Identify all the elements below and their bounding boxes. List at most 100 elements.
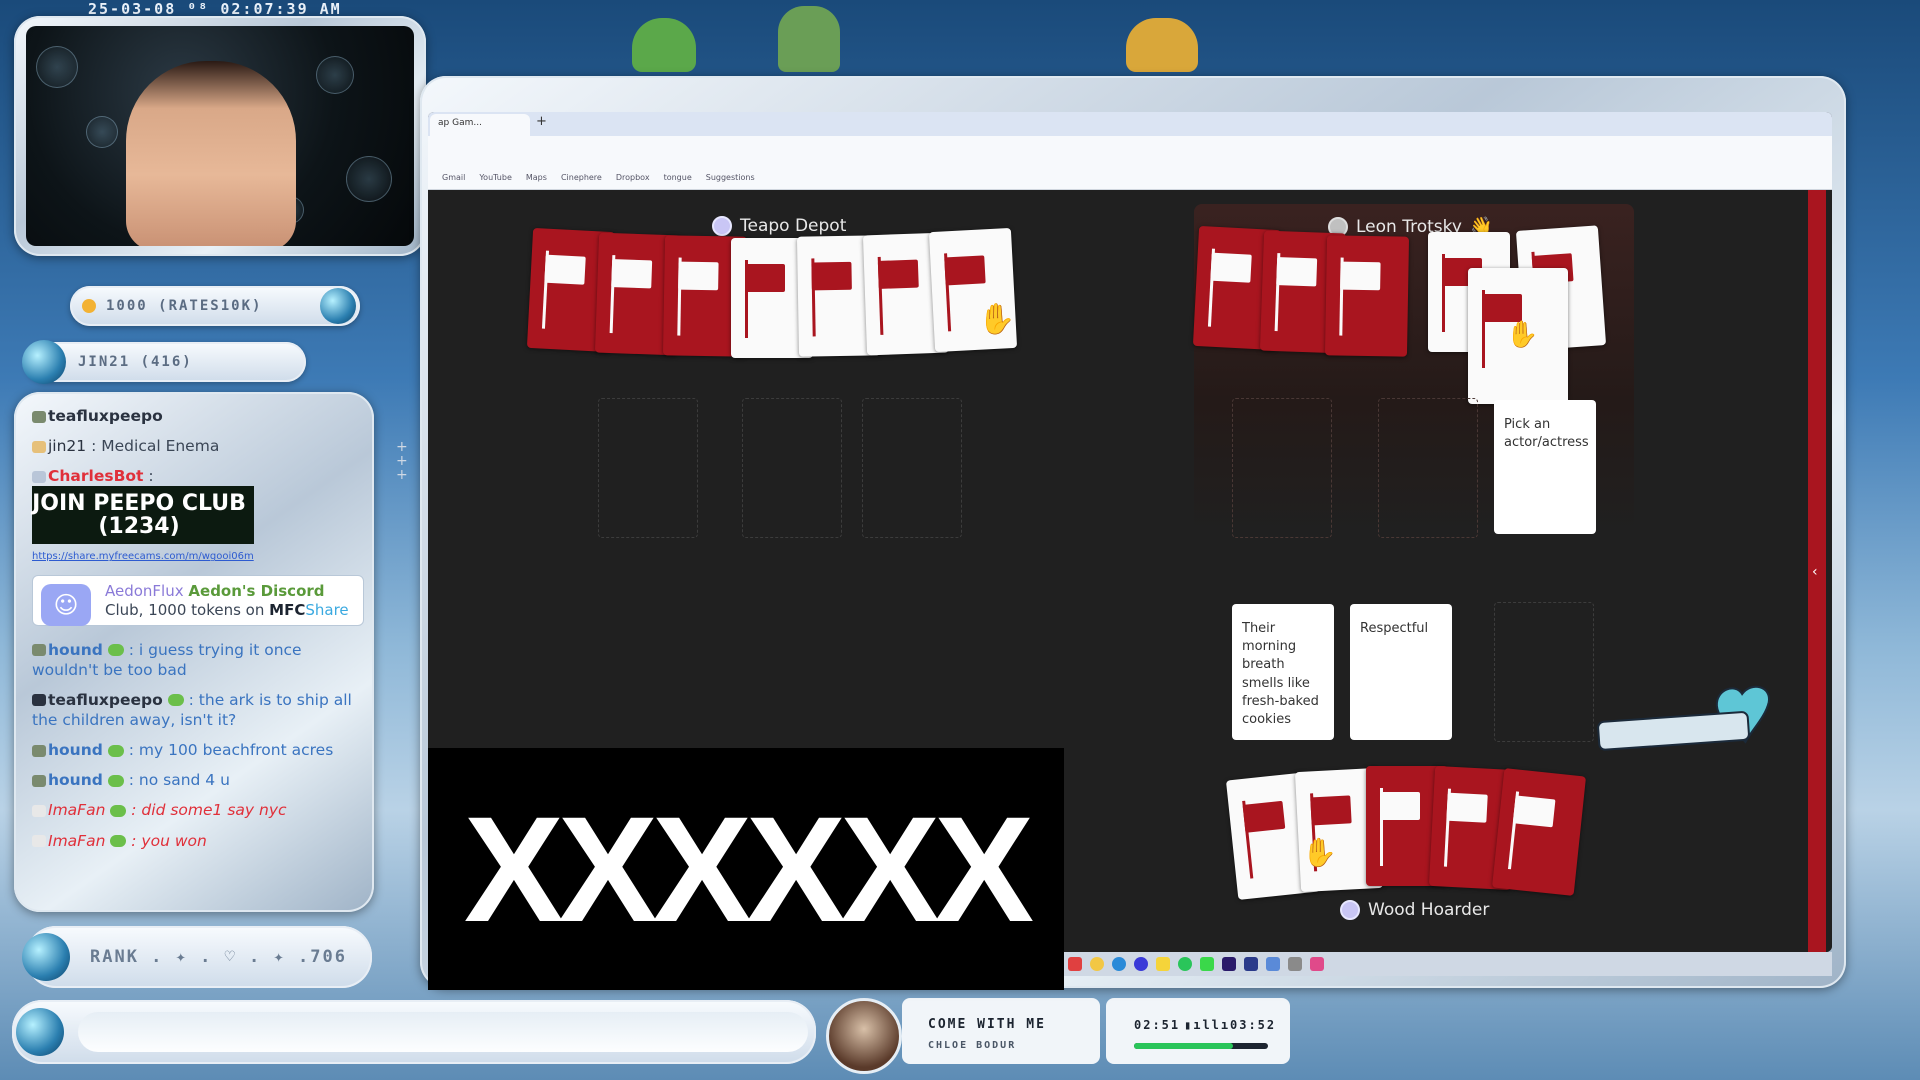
gem-icon — [22, 340, 66, 384]
coin-icon — [82, 299, 96, 313]
browser-tab[interactable]: ap Gam... — [430, 114, 530, 136]
chat-message: ImaFan : you won — [32, 831, 364, 851]
new-tab-button[interactable]: + — [536, 114, 547, 129]
gem-icon — [16, 1008, 64, 1056]
card-slot — [598, 398, 698, 538]
flag-icon — [678, 261, 719, 291]
mfc-logo: MFC — [269, 601, 306, 620]
censor-block: XXXXXX — [428, 748, 1064, 990]
player-teapo: Teapo Depot — [712, 216, 846, 236]
app-icon[interactable] — [1200, 957, 1214, 971]
player-name: Teapo Depot — [740, 216, 847, 236]
pointer-hand-icon: ✋ — [978, 302, 1016, 337]
chat-username[interactable]: jin21 — [48, 437, 86, 455]
discord-icon: ☺ — [41, 583, 91, 626]
bookmark-youtube[interactable]: YouTube — [479, 173, 512, 182]
card-slot — [1378, 398, 1478, 538]
app-icon[interactable] — [1244, 957, 1258, 971]
time-total: 03:52 — [1230, 1018, 1277, 1032]
card-slot — [1494, 602, 1594, 742]
answer-card[interactable]: Their morning breath smells like fresh-b… — [1232, 604, 1334, 740]
spotify-icon[interactable] — [1178, 957, 1192, 971]
chat-message: hound : no sand 4 u — [32, 770, 364, 790]
chat-username[interactable]: teafluxpeepo — [48, 407, 163, 425]
card-back — [1491, 768, 1587, 896]
app-icon[interactable] — [1068, 957, 1082, 971]
album-art — [826, 998, 902, 1074]
user-badge-icon — [32, 744, 46, 757]
address-bar[interactable] — [428, 136, 1832, 166]
chat-username[interactable]: teafluxpeepo — [48, 691, 163, 709]
flag-icon — [745, 264, 785, 292]
flag-icon — [1210, 252, 1252, 283]
chat-username[interactable]: ImaFan — [48, 801, 105, 819]
bookmark-cinephere[interactable]: Cinephere — [561, 173, 602, 182]
bookmark-tongue[interactable]: tongue — [664, 173, 692, 182]
answer-card[interactable]: Respectful — [1350, 604, 1452, 740]
user-badge-icon — [32, 440, 46, 453]
rank-label: RANK . ✦ . ♡ . ✦ .706 — [90, 947, 347, 967]
premiere-icon[interactable] — [1222, 957, 1236, 971]
pepe-police-emote-icon — [778, 6, 840, 72]
user-badge-icon — [32, 644, 46, 657]
snapchat-icon[interactable] — [1156, 957, 1170, 971]
bookmark-maps[interactable]: Maps — [526, 173, 547, 182]
app-icon[interactable] — [1310, 957, 1324, 971]
skype-icon[interactable] — [1112, 957, 1126, 971]
bookmark-dropbox[interactable]: Dropbox — [616, 173, 650, 182]
chat-text: Club, 1000 tokens on — [105, 601, 265, 620]
card-slot — [1232, 398, 1332, 538]
chrome-icon[interactable] — [1090, 957, 1104, 971]
equalizer-icon: ▮ıllı — [1184, 1018, 1231, 1032]
flag-icon — [1340, 261, 1381, 291]
player-status-icon — [712, 216, 732, 236]
bookmark-gmail[interactable]: Gmail — [442, 173, 465, 182]
tokens-pill: 1000 (RATES10K) — [70, 286, 360, 326]
flag-icon — [1512, 795, 1556, 828]
join-club-link[interactable]: https://share.myfreecams.com/m/wgooi06m — [32, 551, 254, 562]
taskbar — [1064, 952, 1832, 976]
flag-icon — [811, 261, 852, 291]
app-icon[interactable] — [1288, 957, 1302, 971]
bottom-input-area — [78, 1012, 808, 1052]
drag-handle-icon[interactable]: + + + — [396, 440, 408, 482]
app-icon[interactable] — [1266, 957, 1280, 971]
pointer-hand-icon: ✋ — [1506, 320, 1539, 350]
user-badge-icon — [32, 694, 46, 707]
chat-message: hound : my 100 beachfront acres — [32, 740, 364, 760]
gem-icon — [320, 288, 356, 324]
chat-username[interactable]: hound — [48, 741, 103, 759]
webcam-feed — [26, 26, 414, 246]
user-badge-icon — [32, 774, 46, 787]
chat-message: teafluxpeepo — [32, 406, 364, 426]
chat-username[interactable]: AedonFlux — [105, 582, 184, 600]
chat-username[interactable]: ImaFan — [48, 832, 105, 850]
chat-text: : no sand 4 u — [128, 771, 230, 790]
chat-panel[interactable]: teafluxpeepo jin21 : Medical Enema Charl… — [28, 406, 364, 906]
chat-username[interactable]: hound — [48, 641, 103, 659]
flag-icon — [1242, 800, 1286, 833]
flag-icon — [1380, 792, 1420, 820]
chat-text: : you won — [131, 831, 207, 850]
app-icon[interactable] — [1134, 957, 1148, 971]
flag-icon — [944, 255, 986, 286]
top-user-pill: JIN21 (416) — [22, 340, 306, 384]
chat-message: hound : i guess trying it once wouldn't … — [32, 640, 364, 680]
discord-promo: ☺ AedonFlux Aedon's Discord Club, 1000 t… — [32, 574, 364, 626]
rank-pill: RANK . ✦ . ♡ . ✦ .706 — [22, 926, 372, 988]
bookmark-suggestions[interactable]: Suggestions — [706, 173, 755, 182]
frog-emote-icon — [107, 744, 124, 757]
aedonflux-logo — [1592, 684, 1780, 763]
bookmarks-bar: Gmail YouTube Maps Cinephere Dropbox ton… — [428, 166, 1832, 190]
frog-emote-icon — [110, 804, 127, 817]
chat-username[interactable]: hound — [48, 771, 103, 789]
flag-icon — [877, 259, 919, 289]
chevron-left-icon[interactable]: ‹ — [1812, 564, 1818, 580]
flag-icon — [1446, 792, 1488, 823]
discord-link[interactable]: Aedon's Discord — [188, 582, 324, 600]
bot-badge-icon — [32, 470, 46, 483]
chat-text: : did some1 say nyc — [131, 801, 287, 820]
chat-username[interactable]: CharlesBot — [48, 467, 143, 485]
flag-icon — [611, 259, 653, 289]
prompt-card: Pick an actor/actress — [1494, 400, 1596, 534]
